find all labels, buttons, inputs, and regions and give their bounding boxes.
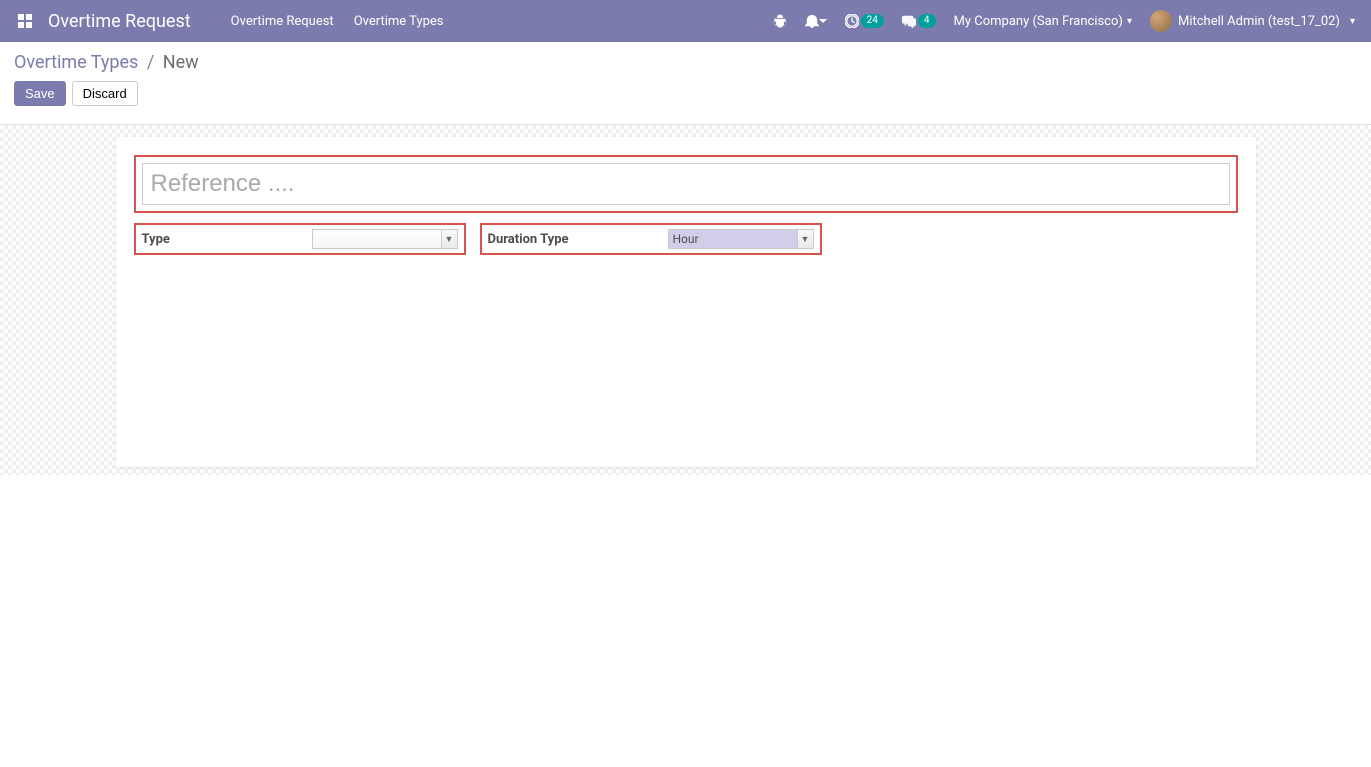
breadcrumb-current: New <box>163 52 199 73</box>
breadcrumb-separator: / <box>147 52 154 73</box>
debug-icon[interactable] <box>773 14 787 28</box>
main-navbar: Overtime Request Overtime Request Overti… <box>0 0 1371 42</box>
app-title: Overtime Request <box>48 11 191 32</box>
chevron-down-icon: ▼ <box>797 230 813 248</box>
chevron-down-icon: ▼ <box>441 230 457 248</box>
breadcrumb: Overtime Types / New <box>14 52 1357 73</box>
content-area: Type ▼ Duration Type Hour ▼ <box>0 125 1371 475</box>
apps-icon[interactable] <box>16 12 34 30</box>
messaging-icon[interactable]: 4 <box>902 14 936 28</box>
activities-badge: 24 <box>861 14 884 28</box>
type-dropdown[interactable]: ▼ <box>312 229 458 249</box>
company-switcher[interactable]: My Company (San Francisco) ▾ <box>954 14 1132 29</box>
chevron-down-icon: ▾ <box>1127 16 1132 27</box>
save-button[interactable]: Save <box>14 81 66 106</box>
form-sheet: Type ▼ Duration Type Hour ▼ <box>116 137 1256 467</box>
duration-field-group: Duration Type Hour ▼ <box>480 223 822 255</box>
nav-overtime-types[interactable]: Overtime Types <box>354 14 444 29</box>
company-name: My Company (San Francisco) <box>954 14 1123 29</box>
user-name: Mitchell Admin (test_17_02) <box>1178 14 1340 29</box>
breadcrumb-parent[interactable]: Overtime Types <box>14 52 138 73</box>
avatar <box>1150 10 1172 32</box>
control-panel: Overtime Types / New Save Discard <box>0 42 1371 114</box>
duration-dropdown[interactable]: Hour ▼ <box>668 229 814 249</box>
reference-highlight <box>134 155 1238 213</box>
user-menu[interactable]: Mitchell Admin (test_17_02) ▾ <box>1150 10 1355 32</box>
activities-icon[interactable]: 24 <box>845 14 884 28</box>
duration-label: Duration Type <box>488 232 638 247</box>
notifications-icon[interactable] <box>805 14 827 28</box>
nav-links: Overtime Request Overtime Types <box>231 14 444 29</box>
action-buttons: Save Discard <box>14 81 1357 106</box>
reference-input[interactable] <box>142 163 1230 205</box>
messaging-badge: 4 <box>918 14 936 28</box>
type-label: Type <box>142 232 292 247</box>
discard-button[interactable]: Discard <box>72 81 138 106</box>
chevron-down-icon: ▾ <box>1350 16 1355 27</box>
duration-value: Hour <box>673 232 699 246</box>
systray: 24 4 My Company (San Francisco) ▾ Mitche… <box>773 10 1363 32</box>
type-field-group: Type ▼ <box>134 223 466 255</box>
form-row: Type ▼ Duration Type Hour ▼ <box>134 223 1238 255</box>
nav-overtime-request[interactable]: Overtime Request <box>231 14 334 29</box>
